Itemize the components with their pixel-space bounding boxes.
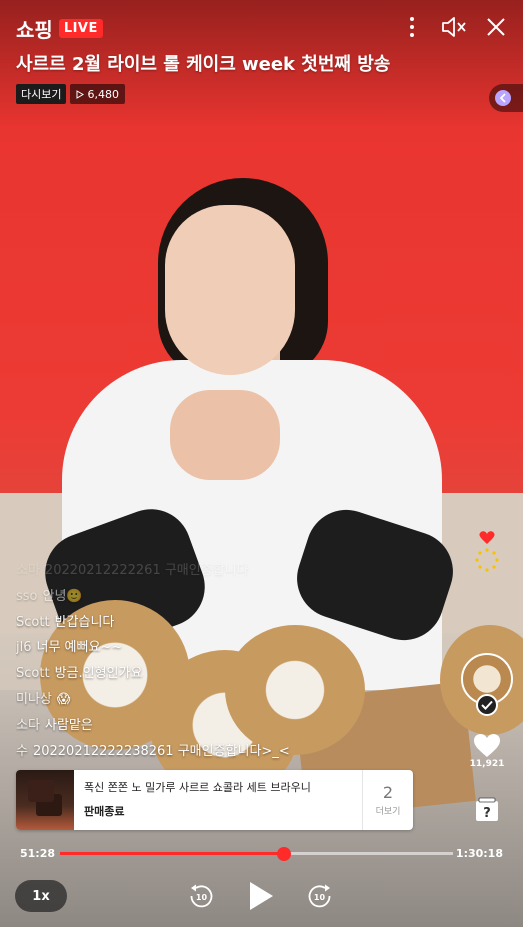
progress-fill (60, 852, 284, 855)
player-controls: 1x 10 10 (0, 872, 523, 920)
progress-knob[interactable] (277, 847, 291, 861)
chat-message: Scott 방금.인형인가요 (16, 661, 316, 687)
rewind-10-button[interactable]: 10 (186, 880, 216, 912)
play-icon (250, 882, 273, 910)
chat-username: 수 (16, 743, 28, 759)
rewind-seconds: 10 (196, 893, 208, 902)
current-time: 51:28 (20, 847, 56, 860)
chat-username: 미나상 (16, 691, 52, 707)
playback-speed-button[interactable]: 1x (15, 880, 67, 912)
help-icon[interactable]: ? (474, 797, 500, 823)
product-image (16, 770, 74, 830)
chat-username: Scott (16, 666, 50, 682)
side-panel-toggle[interactable] (489, 84, 523, 112)
chat-text: 반갑습니다 (54, 614, 115, 630)
chat-text: 😱 (56, 691, 71, 707)
chat-text: 방금.인형인가요 (54, 666, 143, 682)
top-bar: 쇼핑 LIVE (16, 14, 103, 43)
chat-username: Scott (16, 614, 50, 630)
more-products-count: 2 (382, 783, 394, 802)
replay-badge: 다시보기 (16, 84, 67, 104)
product-status: 판매종료 (84, 805, 125, 818)
svg-text:?: ? (483, 806, 491, 821)
close-icon[interactable] (483, 14, 509, 40)
product-card[interactable]: 폭신 쫀쫀 노 밀가루 사르르 쇼콜라 세트 브라우니 판매종료 2 더보기 (16, 770, 413, 830)
view-count-badge: 6,480 (70, 84, 125, 104)
broadcast-title: 사르르 2월 라이브 롤 케이크 week 첫번째 방송 (16, 54, 391, 75)
chat-text: 너무 예뻐요~~ (36, 640, 123, 656)
chat-username: sso (16, 588, 38, 604)
chat-text: 사람맡은 (44, 717, 93, 733)
chat-username: 소마 (16, 563, 40, 578)
progress-row: 51:28 1:30:18 (20, 844, 503, 864)
like-button[interactable]: 11,921 (470, 733, 504, 769)
product-name: 폭신 쫀쫀 노 밀가루 사르르 쇼콜라 세트 브라우니 (84, 781, 311, 794)
chat-message: Scott 반갑습니다 (16, 610, 316, 636)
chat-username: jl6 (16, 640, 32, 656)
floating-heart-icon (472, 528, 502, 572)
chat-text: 20220212222261 구매인증합니다 (44, 563, 249, 578)
chevron-left-icon (495, 90, 511, 106)
chat-list: 소마 20220212222261 구매인증합니다 sso 안녕🙂 Scott 반갑습… (16, 558, 316, 764)
shopping-logo[interactable]: 쇼핑 (16, 14, 53, 43)
rewind-icon: 10 (190, 884, 213, 908)
mute-icon[interactable] (441, 14, 467, 40)
view-count: 6,480 (87, 87, 119, 101)
video-host-face (165, 205, 295, 375)
play-button[interactable] (246, 880, 276, 912)
more-vertical-icon[interactable] (399, 14, 425, 40)
chat-text: 안녕🙂 (42, 588, 83, 604)
total-time: 1:30:18 (455, 847, 503, 860)
video-host-hands (170, 390, 280, 480)
more-products-label: 더보기 (375, 807, 401, 817)
check-icon (476, 694, 498, 716)
progress-bar[interactable] (60, 847, 453, 861)
chat-message: 소마 20220212222261 구매인증합니다 (16, 558, 316, 584)
more-products-button[interactable]: 2 더보기 (362, 770, 413, 830)
chat-text: 20220212222238261 구매인증합니다>_< (32, 743, 290, 759)
chat-message: jl6 너무 예뻐요~~ (16, 635, 316, 661)
product-info: 폭신 쫀쫀 노 밀가루 사르르 쇼콜라 세트 브라우니 판매종료 (74, 770, 362, 830)
heart-icon (474, 734, 500, 757)
live-badge: LIVE (58, 19, 103, 38)
forward-10-button[interactable]: 10 (305, 880, 335, 912)
chat-message: 소다 사람맡은 (16, 713, 316, 739)
forward-seconds: 10 (314, 893, 326, 902)
top-icons (399, 14, 509, 40)
chat-message: 수 20220212222238261 구매인증합니다>_< (16, 739, 316, 765)
like-count: 11,921 (469, 759, 505, 769)
broadcast-meta: 다시보기 6,480 (16, 84, 125, 104)
chat-message: 미나상 😱 (16, 687, 316, 713)
chat-username: 소다 (16, 717, 40, 733)
play-outline-icon (76, 89, 85, 99)
chat-message: sso 안녕🙂 (16, 584, 316, 610)
forward-icon: 10 (308, 884, 331, 908)
